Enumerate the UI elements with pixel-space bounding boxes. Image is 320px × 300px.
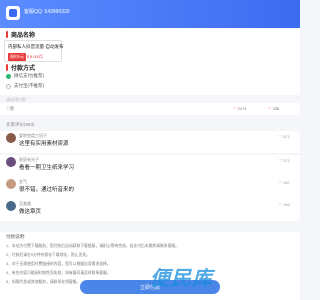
comment-like-count: 467: [283, 180, 290, 185]
heart-icon: ♡: [268, 106, 272, 111]
avatar: [6, 201, 16, 211]
stats-bar: ♡赞 ♡ 2174 ♡ 336: [0, 103, 300, 115]
payment-option-label: 支付宝(不推荐): [14, 83, 44, 88]
app-logo-icon: [6, 6, 20, 20]
payment-card: 付款方式: [0, 62, 300, 95]
payment-section-title: 付款方式: [6, 63, 35, 72]
comment-text: 做这章页: [19, 209, 42, 215]
comment-text: 很不错，通过听音来的: [19, 187, 75, 193]
avatar: [6, 133, 16, 143]
note-item: 4、有些内容可能因时效性而失效，如有疑问请及时联系客服。: [6, 271, 111, 275]
comment-like-count: 671: [283, 134, 290, 139]
stat-value: 336: [272, 106, 280, 111]
section-marker: [6, 31, 8, 38]
product-name: 内部私人抖音流量-自动发布: [8, 44, 64, 49]
avatar: [6, 157, 16, 167]
payment-section-label: 付款方式: [11, 66, 36, 72]
note-item: 1、本站为付费下载服务，您付款后自动获取下载链接，请耐心等待完成，若支付后未跳转…: [6, 244, 179, 248]
comment-like-count: 571: [283, 158, 290, 163]
watermark-logo: 便民库: [150, 266, 213, 290]
stat-count-a: ♡ 2174: [233, 106, 247, 111]
stat-value: 2174: [237, 106, 247, 111]
comment-like-button[interactable]: ♡ 467: [279, 180, 290, 185]
product-tag: 限时5元: [8, 53, 27, 61]
comment-item: 爱转悠盘工班子 这里有实用素材资源 ♡ 671: [0, 131, 300, 153]
section-marker: [6, 64, 8, 71]
comment-like-button[interactable]: ♡ 671: [279, 134, 290, 139]
product-price: ￥6.00/月: [26, 54, 43, 59]
radio-unselected-icon[interactable]: [6, 83, 11, 89]
comment-text: 这里有实用素材资源: [19, 141, 69, 147]
comment-item: 星辰有光子 看看一期卫生纸来学习 ♡ 571: [0, 155, 300, 177]
stat-count-b: ♡ 336: [268, 106, 279, 111]
payment-option-label: 微信支付(推荐): [14, 73, 44, 78]
comment-like-button[interactable]: ♡ 571: [279, 158, 290, 163]
product-section-label: 商品名称: [11, 33, 36, 39]
avatar: [6, 179, 16, 189]
comments-header: 买家评价(983): [6, 122, 35, 127]
top-header-bar: 客服QQ: 543990320: [0, 0, 300, 28]
payment-option-alipay[interactable]: 支付宝(不推荐): [6, 83, 44, 89]
comment-item: 女气 很不错，通过听音来的 ♡ 467: [0, 177, 300, 199]
notes-title: 付款说明:: [6, 234, 26, 239]
customer-service-qq: 客服QQ: 543990320: [24, 9, 70, 15]
comment-text: 看看一期卫生纸来学习: [19, 165, 75, 171]
product-option[interactable]: 内部私人抖音流量-自动发布 限时5元 ￥6.00/月: [4, 40, 64, 62]
comment-item: 至美美 做这章页 ♡ 462: [0, 199, 300, 221]
comment-like-count: 462: [283, 202, 290, 207]
note-item: 3、对于无需使用付费链接的内容，您可以根据自身需求选择。: [6, 262, 111, 266]
radio-selected-icon[interactable]: [6, 73, 11, 79]
payment-option-wechat[interactable]: 微信支付(推荐): [6, 73, 44, 79]
product-section-title: 商品名称: [6, 30, 35, 39]
like-label: ♡赞: [6, 106, 14, 111]
like-button[interactable]: ♡赞: [6, 106, 14, 112]
note-item: 2、付款后请在5分钟内保存下载地址，防止丢失。: [6, 253, 90, 257]
heart-icon: ♡: [233, 106, 237, 111]
note-item: 5、如需代发或其他服务，请联系在线客服。: [6, 280, 81, 284]
comment-like-button[interactable]: ♡ 462: [279, 202, 290, 207]
